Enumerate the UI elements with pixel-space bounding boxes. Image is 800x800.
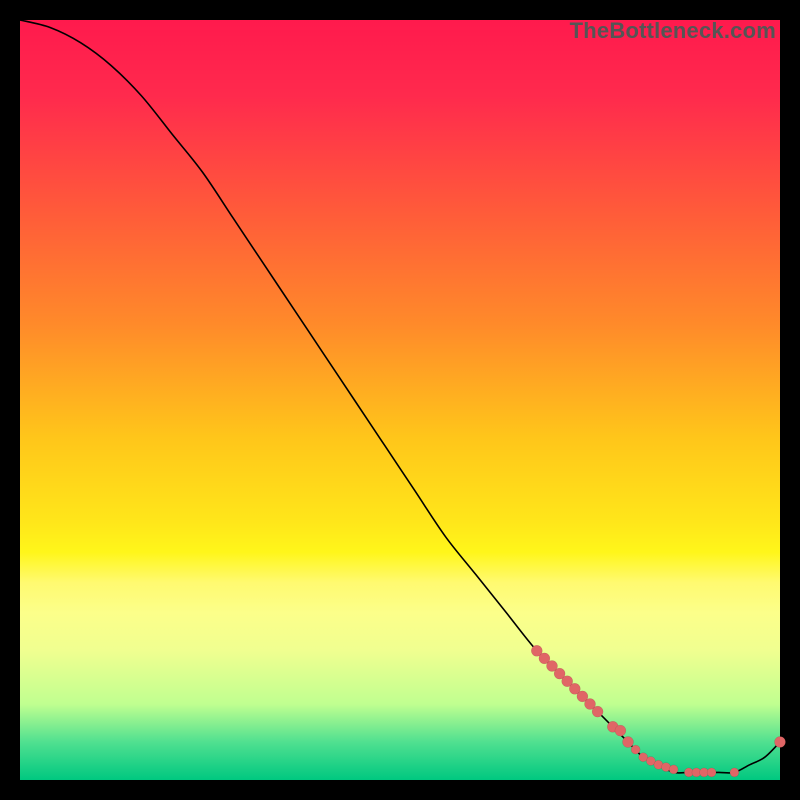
marker-dot — [669, 765, 678, 774]
marker-dot — [631, 745, 640, 754]
marker-dot — [730, 768, 739, 777]
marker-dot — [707, 768, 716, 777]
plot-area: TheBottleneck.com — [20, 20, 780, 780]
chart-svg — [20, 20, 780, 780]
chart-frame: { "watermark": "TheBottleneck.com", "col… — [0, 0, 800, 800]
curve-line — [20, 20, 780, 773]
marker-dot — [615, 725, 626, 736]
marker-dot — [623, 737, 634, 748]
marker-group — [531, 645, 785, 777]
marker-dot — [775, 737, 786, 748]
marker-dot — [592, 706, 603, 717]
